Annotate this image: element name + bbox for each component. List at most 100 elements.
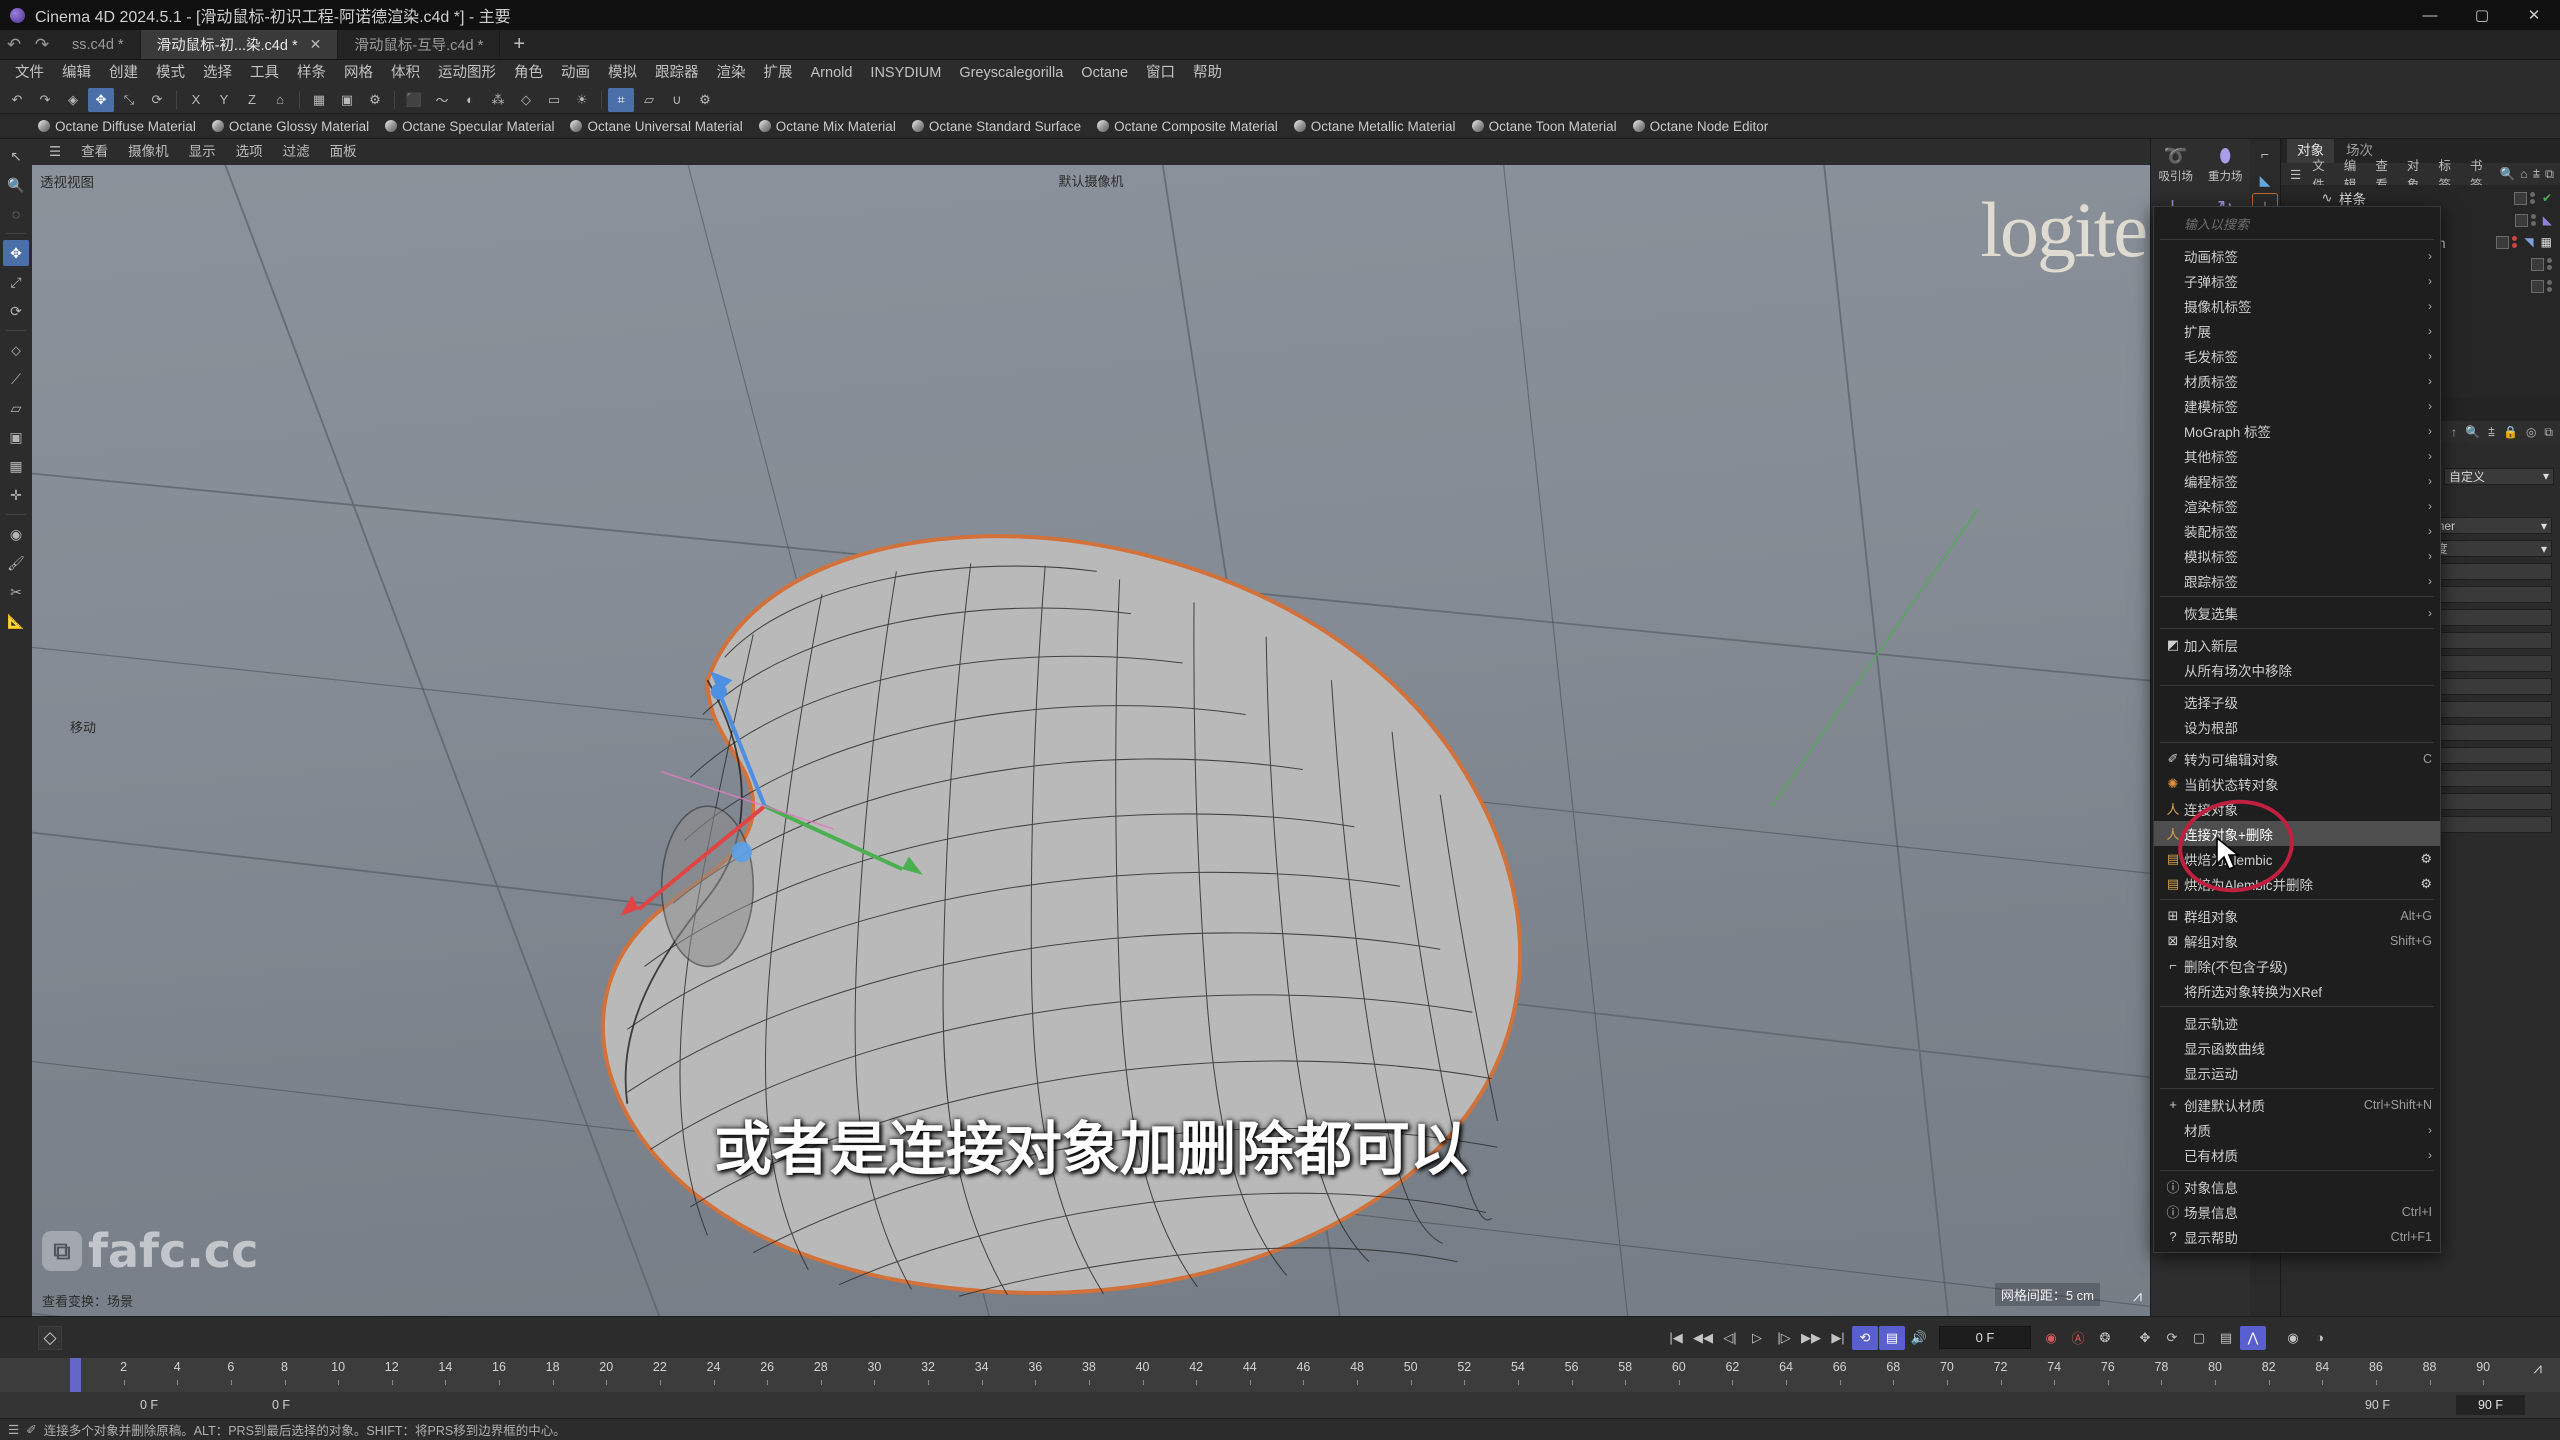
menu-9[interactable]: 运动图形: [429, 60, 505, 86]
menu-3[interactable]: 模式: [147, 60, 194, 86]
viewport-menu-camera[interactable]: 摄像机: [119, 139, 178, 165]
axis-x-icon[interactable]: X: [183, 88, 209, 112]
play-forward-icon[interactable]: ▷: [1744, 1326, 1770, 1350]
menu-2[interactable]: 创建: [100, 60, 147, 86]
gear-icon[interactable]: ⚙: [2420, 851, 2432, 867]
context-menu-item[interactable]: 人连接对象: [2154, 796, 2440, 821]
rotate-icon[interactable]: ⟳: [144, 88, 170, 112]
object-context-menu[interactable]: 输入以搜索 动画标签 › 子弹标签 › 摄像机标签 › 扩展 › 毛发标签 › 材质标签 › 建模标签 ›…: [2153, 206, 2441, 1253]
loop-icon[interactable]: ⟲: [1852, 1325, 1878, 1350]
curve-toggle-icon[interactable]: ⩘: [2534, 1360, 2542, 1377]
range-end-b[interactable]: 90 F: [2455, 1395, 2525, 1415]
visibility-dots-icon[interactable]: [2529, 192, 2535, 204]
menu-17[interactable]: INSYDIUM: [861, 60, 950, 86]
context-menu-search[interactable]: 输入以搜索: [2154, 210, 2440, 236]
octane-material-0[interactable]: Octane Diffuse Material: [30, 119, 204, 134]
force-0[interactable]: ➰ 吸引场: [2151, 139, 2201, 191]
go-to-start-icon[interactable]: |◀: [1663, 1326, 1689, 1350]
visibility-dots-icon[interactable]: [2530, 214, 2536, 226]
viewport-menu-panel[interactable]: 面板: [321, 139, 366, 165]
viewport-menu-options[interactable]: 选项: [227, 139, 272, 165]
octane-material-3[interactable]: Octane Universal Material: [562, 119, 750, 134]
document-tab-hudao[interactable]: 滑动鼠标-互导.c4d *: [338, 30, 501, 59]
context-menu-item[interactable]: 跟踪标签 ›: [2154, 568, 2440, 593]
workplane-icon[interactable]: ▱: [636, 88, 662, 112]
light-icon[interactable]: ☀: [569, 88, 595, 112]
context-menu-item[interactable]: 子弹标签 ›: [2154, 268, 2440, 293]
go-to-end-icon[interactable]: ▶|: [1825, 1326, 1851, 1350]
axis-y-icon[interactable]: Y: [211, 88, 237, 112]
redo-icon[interactable]: ↷: [32, 88, 58, 112]
context-menu-item[interactable]: 摄像机标签 ›: [2154, 293, 2440, 318]
menu-8[interactable]: 体积: [382, 60, 429, 86]
menu-0[interactable]: 文件: [6, 60, 53, 86]
sound-track-icon[interactable]: ▤: [1879, 1325, 1905, 1350]
context-menu-item[interactable]: ⓘ 对象信息: [2154, 1174, 2440, 1199]
menu-13[interactable]: 跟踪器: [646, 60, 708, 86]
nurbs-icon[interactable]: ◐: [457, 88, 483, 112]
viewport-menu-hamburger[interactable]: ☰: [40, 139, 70, 165]
context-menu-item[interactable]: 将所选对象转换为XRef: [2154, 978, 2440, 1003]
volume-builder-icon[interactable]: ◣: [2253, 168, 2277, 192]
menu-12[interactable]: 模拟: [599, 60, 646, 86]
render-view-icon[interactable]: ▦: [306, 88, 332, 112]
redo-icon[interactable]: ↷: [28, 30, 56, 59]
menu-15[interactable]: 扩展: [755, 60, 802, 86]
playhead[interactable]: [70, 1358, 81, 1392]
scale-tool[interactable]: ⤢: [3, 269, 29, 295]
context-menu-item[interactable]: ⓘ 场景信息 Ctrl+I: [2154, 1199, 2440, 1224]
step-back-icon[interactable]: ◁|: [1717, 1326, 1743, 1350]
move-icon[interactable]: ✥: [88, 87, 114, 112]
home-icon[interactable]: ⌂: [2518, 167, 2530, 181]
context-menu-item[interactable]: ⌐ 删除(不包含子级): [2154, 953, 2440, 978]
context-menu-item[interactable]: ⊠ 解组对象 Shift+G: [2154, 928, 2440, 953]
dope-sheet-icon[interactable]: ◉: [2280, 1326, 2306, 1350]
context-menu-item[interactable]: + 创建默认材质 Ctrl+Shift+N: [2154, 1092, 2440, 1117]
tag-deform-icon[interactable]: ◣: [2543, 213, 2552, 227]
render-region-icon[interactable]: ▣: [334, 88, 360, 112]
world-coord-icon[interactable]: ⌂: [267, 88, 293, 112]
menu-14[interactable]: 渲染: [708, 60, 755, 86]
scale-icon[interactable]: ⤡: [116, 88, 142, 112]
expand-icon[interactable]: ⧉: [2543, 167, 2556, 182]
octane-material-1[interactable]: Octane Glossy Material: [204, 119, 377, 134]
measure-tool[interactable]: 📐: [3, 608, 29, 634]
select-live-icon[interactable]: ◈: [60, 88, 86, 112]
up-arrow-icon[interactable]: ↑: [2449, 425, 2459, 439]
magnify-tool[interactable]: 🔍: [3, 172, 29, 198]
visibility-dots-icon[interactable]: [2512, 236, 2518, 248]
rotation-key-icon[interactable]: ⟳: [2159, 1326, 2185, 1350]
close-button[interactable]: ✕: [2508, 0, 2560, 30]
menu-4[interactable]: 选择: [194, 60, 241, 86]
cube-primitive-icon[interactable]: ⬛: [401, 88, 427, 112]
polygon-mode-tool[interactable]: ▱: [3, 395, 29, 421]
timeline-icon[interactable]: ◑: [2307, 1326, 2333, 1350]
menu-10[interactable]: 角色: [505, 60, 552, 86]
preset-combo[interactable]: 自定义 ▾: [2444, 467, 2554, 485]
move-tool[interactable]: ✥: [3, 240, 29, 266]
viewport-menu-filter[interactable]: 过滤: [274, 139, 319, 165]
context-menu-item[interactable]: 材质标签 ›: [2154, 368, 2440, 393]
expand-icon[interactable]: ⧉: [2542, 425, 2555, 440]
editor-visibility-icon[interactable]: [2531, 279, 2544, 293]
context-menu-item[interactable]: ▤ 烘焙为Alembic并删除 ⚙: [2154, 871, 2440, 896]
point-mode-tool[interactable]: ⬦: [3, 337, 29, 363]
render-settings-icon[interactable]: ⚙: [362, 88, 388, 112]
selection-tool[interactable]: ↖: [3, 143, 29, 169]
spline-icon[interactable]: 〜: [429, 88, 455, 112]
context-menu-item[interactable]: 其他标签 ›: [2154, 443, 2440, 468]
context-menu-item[interactable]: 从所有场次中移除: [2154, 657, 2440, 682]
next-keyframe-icon[interactable]: ▶▶: [1798, 1326, 1824, 1350]
octane-material-2[interactable]: Octane Specular Material: [377, 119, 562, 134]
editor-visibility-icon[interactable]: [2496, 235, 2510, 249]
context-menu-item[interactable]: 选择子级: [2154, 689, 2440, 714]
context-menu-item[interactable]: MoGraph 标签 ›: [2154, 418, 2440, 443]
audio-icon[interactable]: 🔊: [1906, 1326, 1932, 1350]
menu-20[interactable]: 窗口: [1137, 60, 1184, 86]
lock-icon[interactable]: 🔒: [2501, 425, 2520, 439]
context-menu-item[interactable]: 动画标签 ›: [2154, 243, 2440, 268]
search-icon[interactable]: 🔍: [2463, 425, 2482, 439]
context-menu-item[interactable]: 显示函数曲线: [2154, 1035, 2440, 1060]
null-object-icon[interactable]: ⌐: [2253, 142, 2277, 166]
context-menu-item[interactable]: 模拟标签 ›: [2154, 543, 2440, 568]
